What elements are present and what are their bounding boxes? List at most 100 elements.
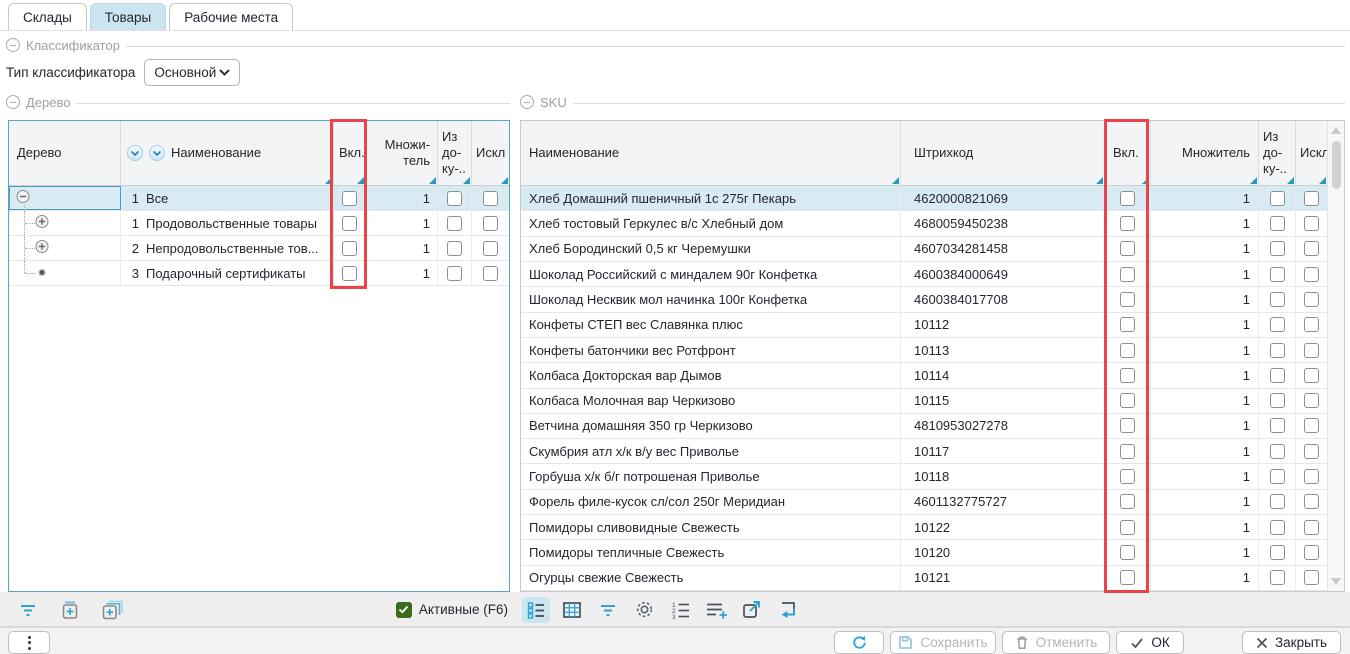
reload-return-icon[interactable] xyxy=(774,597,802,623)
tab-sklady[interactable]: Склады xyxy=(8,3,87,30)
close-button[interactable]: Закрыть xyxy=(1242,631,1341,654)
fromdoc-checkbox[interactable] xyxy=(1270,292,1285,307)
sku-row[interactable]: Конфеты батончики вес Ротфронт 10113 1 xyxy=(521,338,1327,363)
chevron-down-circle-icon[interactable] xyxy=(127,145,143,161)
fromdoc-checkbox[interactable] xyxy=(1270,343,1285,358)
incl-checkbox[interactable] xyxy=(1120,469,1135,484)
collapse-node-icon[interactable] xyxy=(16,190,30,207)
tree-node-cell[interactable] xyxy=(9,186,121,210)
fromdoc-checkbox[interactable] xyxy=(1270,444,1285,459)
incl-checkbox[interactable] xyxy=(1120,368,1135,383)
excl-checkbox[interactable] xyxy=(1304,570,1319,585)
sku-row[interactable]: Помидоры тепличные Свежесть 10120 1 xyxy=(521,540,1327,565)
excl-checkbox[interactable] xyxy=(1304,520,1319,535)
incl-checkbox[interactable] xyxy=(1120,444,1135,459)
incl-checkbox[interactable] xyxy=(342,216,357,231)
collapse-icon[interactable] xyxy=(6,95,20,109)
grid-view-icon[interactable] xyxy=(558,597,586,623)
incl-checkbox[interactable] xyxy=(1120,393,1135,408)
sku-row[interactable]: Скумбрия атл х/к в/у вес Приволье 10117 … xyxy=(521,439,1327,464)
column-header-name[interactable]: Наименование xyxy=(521,121,901,185)
excl-checkbox[interactable] xyxy=(1304,241,1319,256)
excl-checkbox[interactable] xyxy=(1304,418,1319,433)
refresh-button[interactable] xyxy=(834,631,884,654)
column-header-excl[interactable]: Искл xyxy=(1296,121,1327,185)
tree-row[interactable]: 3Подарочный сертификаты 1 xyxy=(9,261,509,286)
column-header-tree[interactable]: Дерево xyxy=(9,121,121,185)
incl-checkbox[interactable] xyxy=(1120,216,1135,231)
excl-checkbox[interactable] xyxy=(1304,393,1319,408)
sku-row[interactable]: Шоколад Российский с миндалем 90г Конфет… xyxy=(521,262,1327,287)
scroll-up-icon[interactable] xyxy=(1331,127,1341,134)
sku-row[interactable]: Колбаса Молочная вар Черкизово 10115 1 xyxy=(521,389,1327,414)
excl-checkbox[interactable] xyxy=(1304,368,1319,383)
fromdoc-checkbox[interactable] xyxy=(1270,545,1285,560)
column-header-incl[interactable]: Вкл. xyxy=(1105,121,1151,185)
fromdoc-checkbox[interactable] xyxy=(1270,216,1285,231)
column-header-barcode[interactable]: Штрихкод xyxy=(901,121,1105,185)
incl-checkbox[interactable] xyxy=(342,191,357,206)
sku-row[interactable]: Ветчина домашняя 350 гр Черкизово 481095… xyxy=(521,414,1327,439)
incl-checkbox[interactable] xyxy=(1120,343,1135,358)
column-header-fromdoc[interactable]: Из до-ку-.. xyxy=(1259,121,1296,185)
classifier-type-select[interactable]: Основной xyxy=(144,59,240,86)
incl-checkbox[interactable] xyxy=(342,241,357,256)
expand-node-icon[interactable] xyxy=(35,215,49,232)
fromdoc-checkbox[interactable] xyxy=(447,191,462,206)
filter-icon[interactable] xyxy=(594,597,622,623)
fromdoc-checkbox[interactable] xyxy=(1270,241,1285,256)
fromdoc-checkbox[interactable] xyxy=(1270,317,1285,332)
column-header-excl[interactable]: Искл xyxy=(472,121,509,185)
expand-all-button-icon[interactable] xyxy=(98,597,126,623)
fromdoc-checkbox[interactable] xyxy=(447,266,462,281)
excl-checkbox[interactable] xyxy=(483,191,498,206)
column-header-multiplier[interactable]: Множи-тель xyxy=(366,121,438,185)
fromdoc-checkbox[interactable] xyxy=(447,216,462,231)
open-external-icon[interactable] xyxy=(738,597,766,623)
active-filter-toggle[interactable]: Активные (F6) xyxy=(396,602,508,618)
list-view-icon[interactable] xyxy=(522,597,550,623)
excl-checkbox[interactable] xyxy=(1304,444,1319,459)
fromdoc-checkbox[interactable] xyxy=(1270,494,1285,509)
excl-checkbox[interactable] xyxy=(1304,343,1319,358)
tab-tovary[interactable]: Товары xyxy=(90,3,166,30)
fromdoc-checkbox[interactable] xyxy=(1270,520,1285,535)
sku-row[interactable]: Форель филе-кусок сл/сол 250г Меридиан 4… xyxy=(521,490,1327,515)
chevron-down-circle-icon[interactable] xyxy=(149,145,165,161)
incl-checkbox[interactable] xyxy=(1120,545,1135,560)
sku-row[interactable]: Конфеты СТЕП вес Славянка плюс 10112 1 xyxy=(521,313,1327,338)
incl-checkbox[interactable] xyxy=(1120,292,1135,307)
incl-checkbox[interactable] xyxy=(1120,267,1135,282)
column-header-incl[interactable]: Вкл. xyxy=(334,121,366,185)
collapse-icon[interactable] xyxy=(6,38,20,52)
tree-row[interactable]: 1Продовольственные товары 1 xyxy=(9,211,509,236)
list-add-icon[interactable] xyxy=(702,597,730,623)
incl-checkbox[interactable] xyxy=(1120,494,1135,509)
sku-row[interactable]: Огурцы свежие Свежесть 10121 1 xyxy=(521,566,1327,591)
incl-checkbox[interactable] xyxy=(1120,570,1135,585)
fromdoc-checkbox[interactable] xyxy=(1270,368,1285,383)
checked-checkbox-icon[interactable] xyxy=(396,602,412,618)
excl-checkbox[interactable] xyxy=(483,266,498,281)
tree-row[interactable]: 1Все 1 xyxy=(9,186,509,211)
sku-row[interactable]: Хлеб тостовый Геркулес в/с Хлебный дом 4… xyxy=(521,211,1327,236)
fromdoc-checkbox[interactable] xyxy=(1270,418,1285,433)
incl-checkbox[interactable] xyxy=(1120,520,1135,535)
tab-rabochie-mesta[interactable]: Рабочие места xyxy=(169,3,293,30)
column-header-name[interactable]: Наименование xyxy=(121,121,334,185)
tree-row[interactable]: 2Непродовольственные тов... 1 xyxy=(9,236,509,261)
excl-checkbox[interactable] xyxy=(483,216,498,231)
gear-icon[interactable] xyxy=(630,597,658,623)
tree-node-cell[interactable] xyxy=(9,261,121,285)
excl-checkbox[interactable] xyxy=(1304,292,1319,307)
expand-node-icon[interactable] xyxy=(35,240,49,257)
excl-checkbox[interactable] xyxy=(1304,317,1319,332)
scroll-down-icon[interactable] xyxy=(1331,578,1341,585)
collapse-icon[interactable] xyxy=(520,95,534,109)
incl-checkbox[interactable] xyxy=(342,266,357,281)
expand-node-button-icon[interactable] xyxy=(56,597,84,623)
fromdoc-checkbox[interactable] xyxy=(1270,191,1285,206)
fromdoc-checkbox[interactable] xyxy=(1270,267,1285,282)
fromdoc-checkbox[interactable] xyxy=(1270,570,1285,585)
sku-row[interactable]: Шоколад Несквик мол начинка 100г Конфетк… xyxy=(521,287,1327,312)
